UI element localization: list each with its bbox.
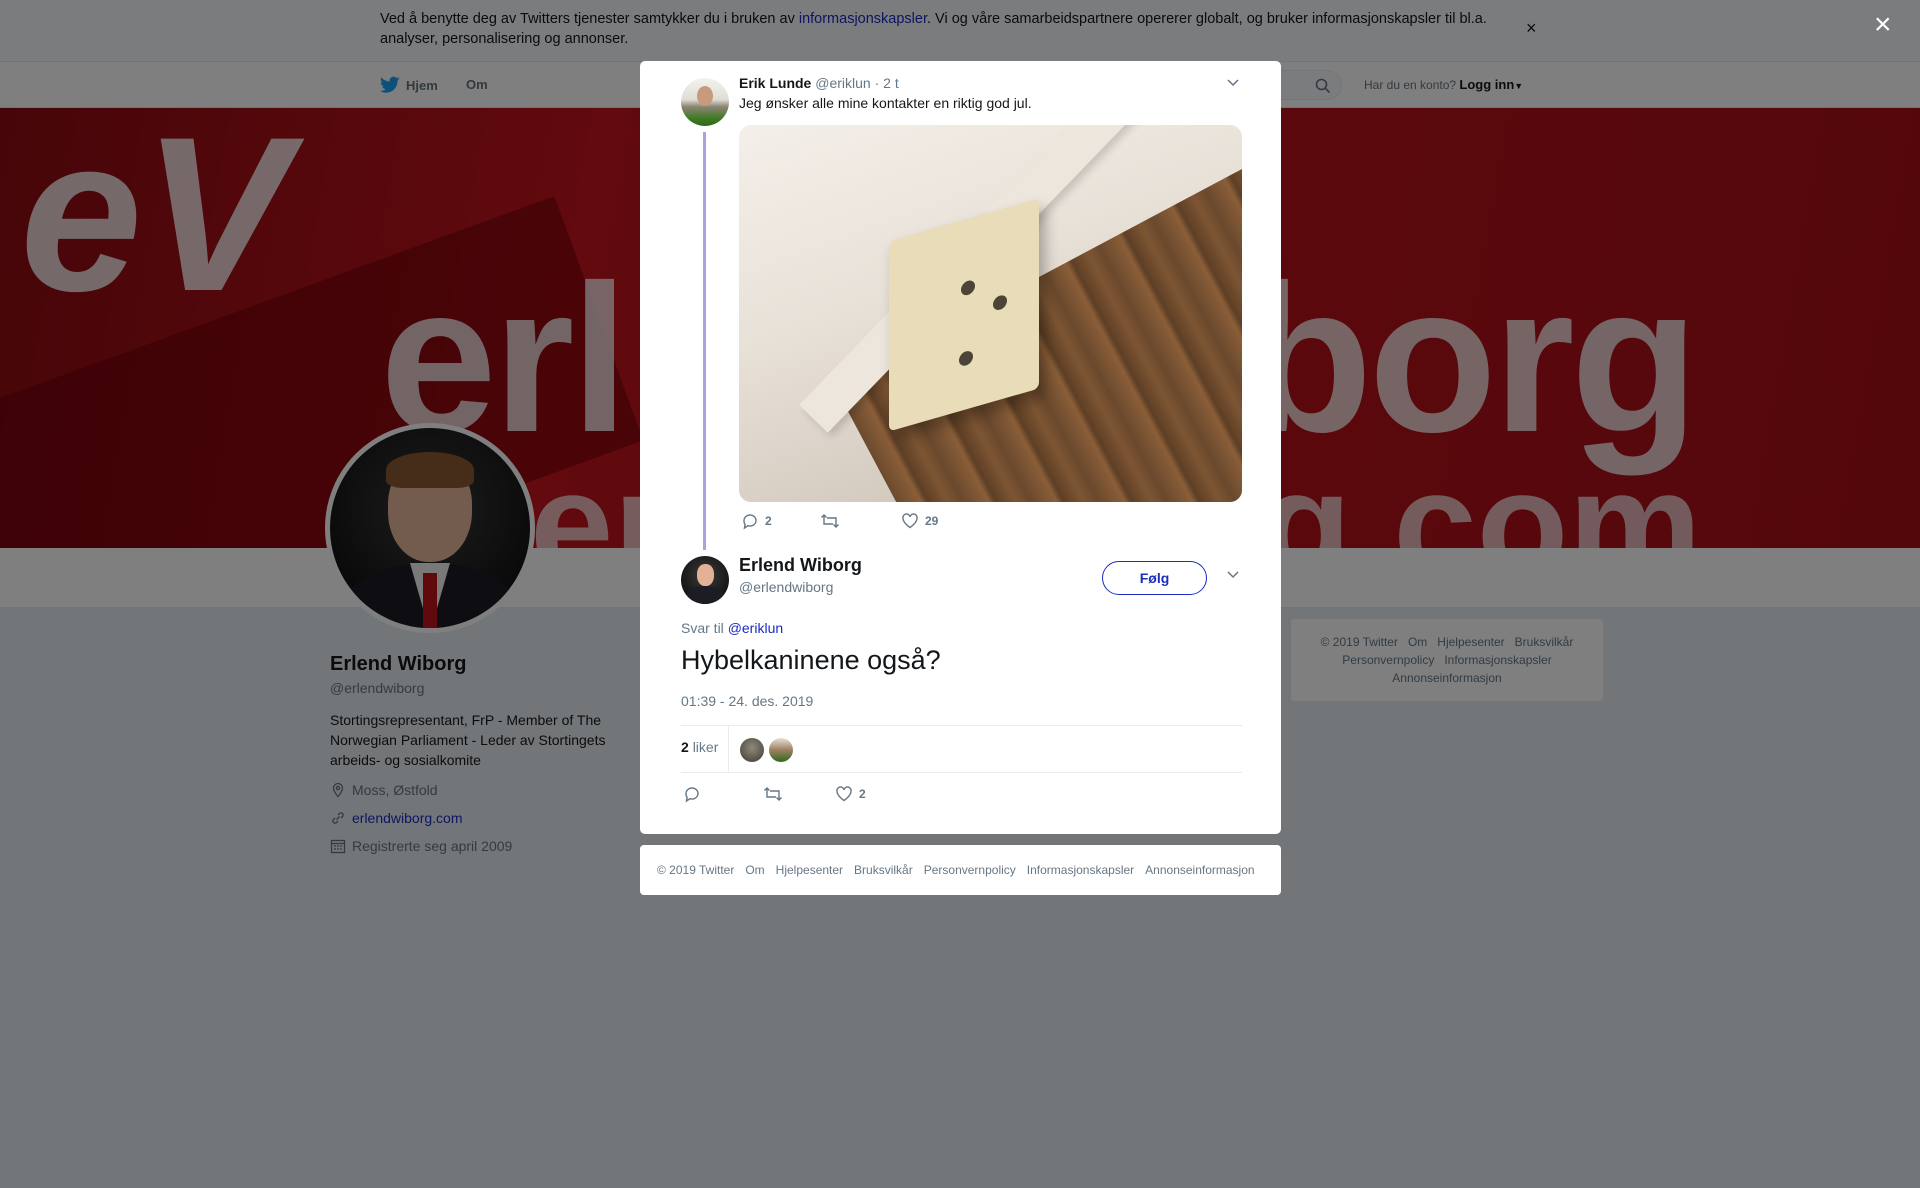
retweet-button[interactable] — [763, 785, 835, 803]
reply-to-handle-link[interactable]: @eriklun — [728, 620, 783, 636]
chevron-down-icon[interactable] — [1226, 567, 1240, 581]
like-count: 2 — [859, 787, 866, 801]
avatar[interactable] — [769, 738, 793, 762]
tweet-timestamp[interactable]: 01:39 - 24. des. 2019 — [681, 693, 813, 709]
footer-link-terms[interactable]: Bruksvilkår — [854, 863, 913, 877]
footer-link-privacy[interactable]: Personvernpolicy — [924, 863, 1016, 877]
reply-context: Svar til @eriklun — [681, 620, 783, 636]
parent-tweet-text: Jeg ønsker alle mine kontakter en riktig… — [739, 95, 1032, 111]
divider — [728, 726, 729, 772]
close-icon[interactable]: × — [1874, 10, 1892, 40]
reply-button[interactable] — [683, 785, 763, 803]
likes-summary: 2 liker — [681, 725, 1242, 773]
footer-link-help[interactable]: Hjelpesenter — [776, 863, 843, 877]
avatar[interactable] — [740, 738, 764, 762]
tweet-text: Hybelkaninene også? — [681, 645, 941, 675]
parent-tweet-header: Erik Lunde @eriklun · 2 t — [739, 75, 899, 91]
outlet-hole — [961, 278, 975, 297]
tweet-actions: 2 — [683, 785, 866, 803]
tweet-modal: Erik Lunde @eriklun · 2 t Jeg ønsker all… — [640, 61, 1281, 834]
like-button[interactable]: 2 — [835, 785, 866, 803]
reply-icon — [685, 787, 699, 803]
heart-icon — [902, 513, 918, 529]
tweet-author-handle[interactable]: @erlendwiborg — [739, 579, 833, 595]
footer-link-ads[interactable]: Annonseinformasjon — [1145, 863, 1254, 877]
likes-count-label: liker — [692, 739, 719, 755]
likes-count-link[interactable]: 2 liker — [681, 739, 718, 755]
like-button[interactable]: 29 — [901, 512, 938, 530]
parent-tweet-author-handle[interactable]: @eriklun — [815, 75, 870, 91]
thread-line — [703, 132, 706, 550]
chevron-down-icon[interactable] — [1226, 75, 1240, 89]
parent-tweet-time[interactable]: · 2 t — [875, 75, 899, 91]
outlet-hole — [959, 349, 973, 368]
retweet-icon — [764, 787, 782, 801]
avatar-face — [697, 564, 714, 586]
retweet-icon — [821, 514, 839, 528]
parent-tweet-author-name[interactable]: Erik Lunde — [739, 75, 811, 91]
reply-button[interactable]: 2 — [741, 512, 820, 530]
reply-icon — [743, 514, 757, 530]
avatar-suit — [685, 586, 725, 604]
tweet-photo[interactable] — [739, 125, 1242, 502]
reply-to-label: Svar til — [681, 620, 724, 636]
parent-tweet-actions: 2 29 — [741, 512, 938, 530]
follow-button[interactable]: Følg — [1102, 561, 1207, 595]
heart-icon — [836, 786, 852, 802]
avatar[interactable] — [681, 556, 729, 604]
retweet-button[interactable] — [820, 512, 901, 530]
footer-link-cookies[interactable]: Informasjonskapsler — [1027, 863, 1134, 877]
like-count: 29 — [925, 514, 939, 528]
avatar[interactable] — [681, 78, 729, 126]
likes-count-number: 2 — [681, 739, 689, 755]
footer-link-about[interactable]: Om — [745, 863, 764, 877]
outlet-hole — [993, 293, 1007, 312]
reply-count: 2 — [765, 514, 772, 528]
tweet-author-name[interactable]: Erlend Wiborg — [739, 555, 862, 576]
modal-footer: © 2019 Twitter Om Hjelpesenter Bruksvilk… — [640, 845, 1281, 895]
footer-copyright: © 2019 Twitter — [657, 863, 735, 877]
avatar-face — [697, 86, 713, 106]
